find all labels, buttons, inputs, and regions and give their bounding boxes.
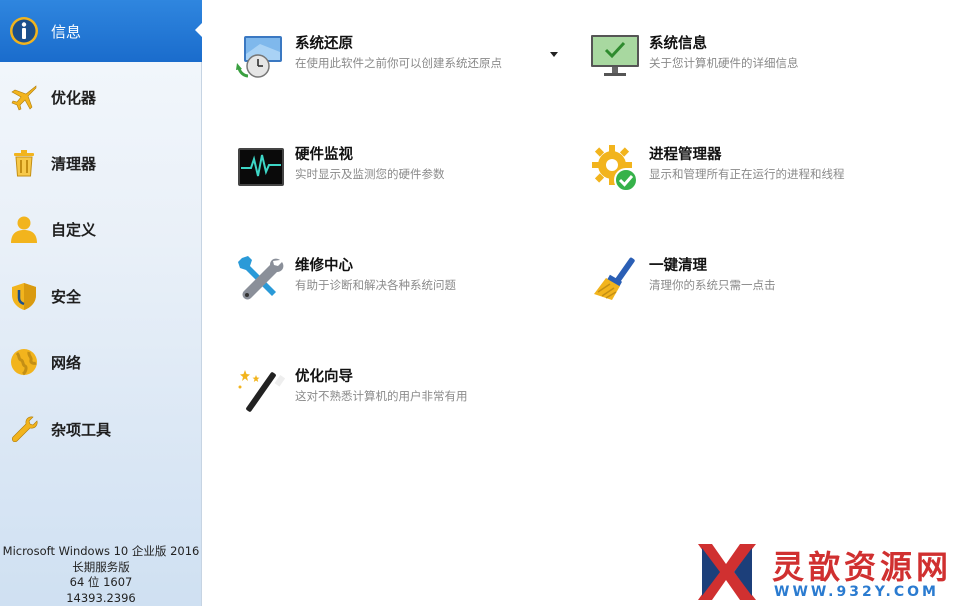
system-restore-dropdown-arrow[interactable] [550, 52, 558, 57]
os-edition: 长期服务版 [72, 559, 130, 574]
user-icon [8, 213, 40, 245]
tile-description: 关于您计算机硬件的详细信息 [649, 56, 799, 70]
info-icon [8, 15, 40, 47]
tile-description: 有助于诊断和解决各种系统问题 [295, 278, 456, 292]
watermark: 灵歆资源网 WWW.932Y.COM [694, 538, 956, 604]
watermark-url: WWW.932Y.COM [774, 584, 939, 600]
sidebar-item-network[interactable]: 网络 [0, 332, 202, 392]
system-info: Microsoft Windows 10 企业版 2016 长期服务版 64 位… [0, 544, 202, 606]
sidebar: 信息 优化器 清理器 自定义 安全 网络 杂项工具 Microsoft Wind… [0, 0, 203, 606]
sidebar-item-label: 网络 [51, 353, 82, 372]
sidebar-item-security[interactable]: 安全 [0, 266, 202, 326]
sidebar-item-optimizer[interactable]: 优化器 [0, 67, 202, 127]
sidebar-item-label: 清理器 [51, 154, 97, 173]
os-arch-version: 64 位 1607 [69, 575, 133, 589]
tile-system-info[interactable]: 系统信息 关于您计算机硬件的详细信息 [590, 32, 799, 92]
watermark-text: 灵歆资源网 [772, 548, 953, 586]
sidebar-item-cleaner[interactable]: 清理器 [0, 133, 202, 193]
trash-icon [8, 147, 40, 179]
sidebar-item-customize[interactable]: 自定义 [0, 199, 202, 259]
tile-title: 进程管理器 [649, 147, 722, 163]
sidebar-item-label: 优化器 [51, 88, 97, 107]
tile-description: 清理你的系统只需一点击 [649, 278, 776, 292]
tile-title: 系统信息 [649, 36, 707, 52]
sidebar-item-label: 自定义 [51, 220, 97, 239]
tools-icon [236, 254, 286, 304]
magic-wand-icon [236, 365, 286, 415]
tile-description: 显示和管理所有正在运行的进程和线程 [649, 167, 845, 181]
os-name: Microsoft Windows 10 企业版 2016 [2, 544, 200, 558]
tile-title: 系统还原 [295, 36, 353, 52]
globe-icon [8, 346, 40, 378]
tile-hardware-monitor[interactable]: 硬件监视 实时显示及监测您的硬件参数 [236, 143, 445, 203]
active-indicator [195, 22, 203, 38]
tile-optimization-wizard[interactable]: 优化向导 这对不熟悉计算机的用户非常有用 [236, 365, 468, 425]
hardware-monitor-icon [236, 143, 286, 193]
tile-title: 维修中心 [295, 258, 353, 274]
tile-description: 实时显示及监测您的硬件参数 [295, 167, 445, 181]
system-restore-icon [236, 32, 286, 82]
tile-title: 优化向导 [295, 369, 353, 385]
tile-one-click-clean[interactable]: 一键清理 清理你的系统只需一点击 [590, 254, 776, 314]
gear-check-icon [590, 143, 640, 193]
monitor-check-icon [590, 32, 640, 82]
tile-description: 在使用此软件之前你可以创建系统还原点 [295, 56, 502, 70]
tile-title: 一键清理 [649, 258, 707, 274]
sidebar-item-label: 安全 [51, 287, 82, 306]
sidebar-item-label: 杂项工具 [51, 420, 112, 439]
sidebar-item-misc-tools[interactable]: 杂项工具 [0, 399, 202, 459]
tile-process-manager[interactable]: 进程管理器 显示和管理所有正在运行的进程和线程 [590, 143, 845, 203]
sidebar-item-label: 信息 [51, 22, 82, 41]
tile-repair-center[interactable]: 维修中心 有助于诊断和解决各种系统问题 [236, 254, 456, 314]
wrench-icon [8, 413, 40, 445]
watermark-logo-icon [698, 544, 756, 600]
shield-icon [8, 280, 40, 312]
airplane-icon [8, 81, 40, 113]
os-build: 14393.2396 [66, 590, 136, 605]
broom-icon [590, 254, 640, 304]
sidebar-item-info[interactable]: 信息 [0, 0, 203, 62]
tile-system-restore[interactable]: 系统还原 在使用此软件之前你可以创建系统还原点 [236, 32, 502, 92]
tile-title: 硬件监视 [295, 147, 353, 163]
tile-description: 这对不熟悉计算机的用户非常有用 [295, 389, 468, 403]
